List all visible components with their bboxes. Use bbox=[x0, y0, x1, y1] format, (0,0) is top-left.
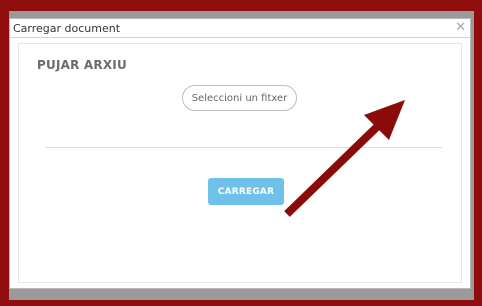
dialog-title: Carregar document bbox=[13, 22, 121, 35]
dialog-content bbox=[18, 43, 462, 283]
close-icon[interactable]: ✕ bbox=[455, 20, 466, 35]
select-file-button[interactable]: Seleccioni un fitxer bbox=[182, 85, 297, 111]
dialog-titlebar: Carregar document ✕ bbox=[10, 19, 470, 38]
select-file-label: Seleccioni un fitxer bbox=[191, 92, 288, 104]
upload-heading: PUJAR ARXIU bbox=[37, 58, 127, 72]
upload-button-label: CARREGAR bbox=[217, 186, 275, 197]
upload-button[interactable]: CARREGAR bbox=[208, 178, 284, 205]
upload-dialog: Carregar document ✕ PUJAR ARXIU Seleccio… bbox=[9, 18, 471, 289]
divider bbox=[45, 147, 442, 148]
